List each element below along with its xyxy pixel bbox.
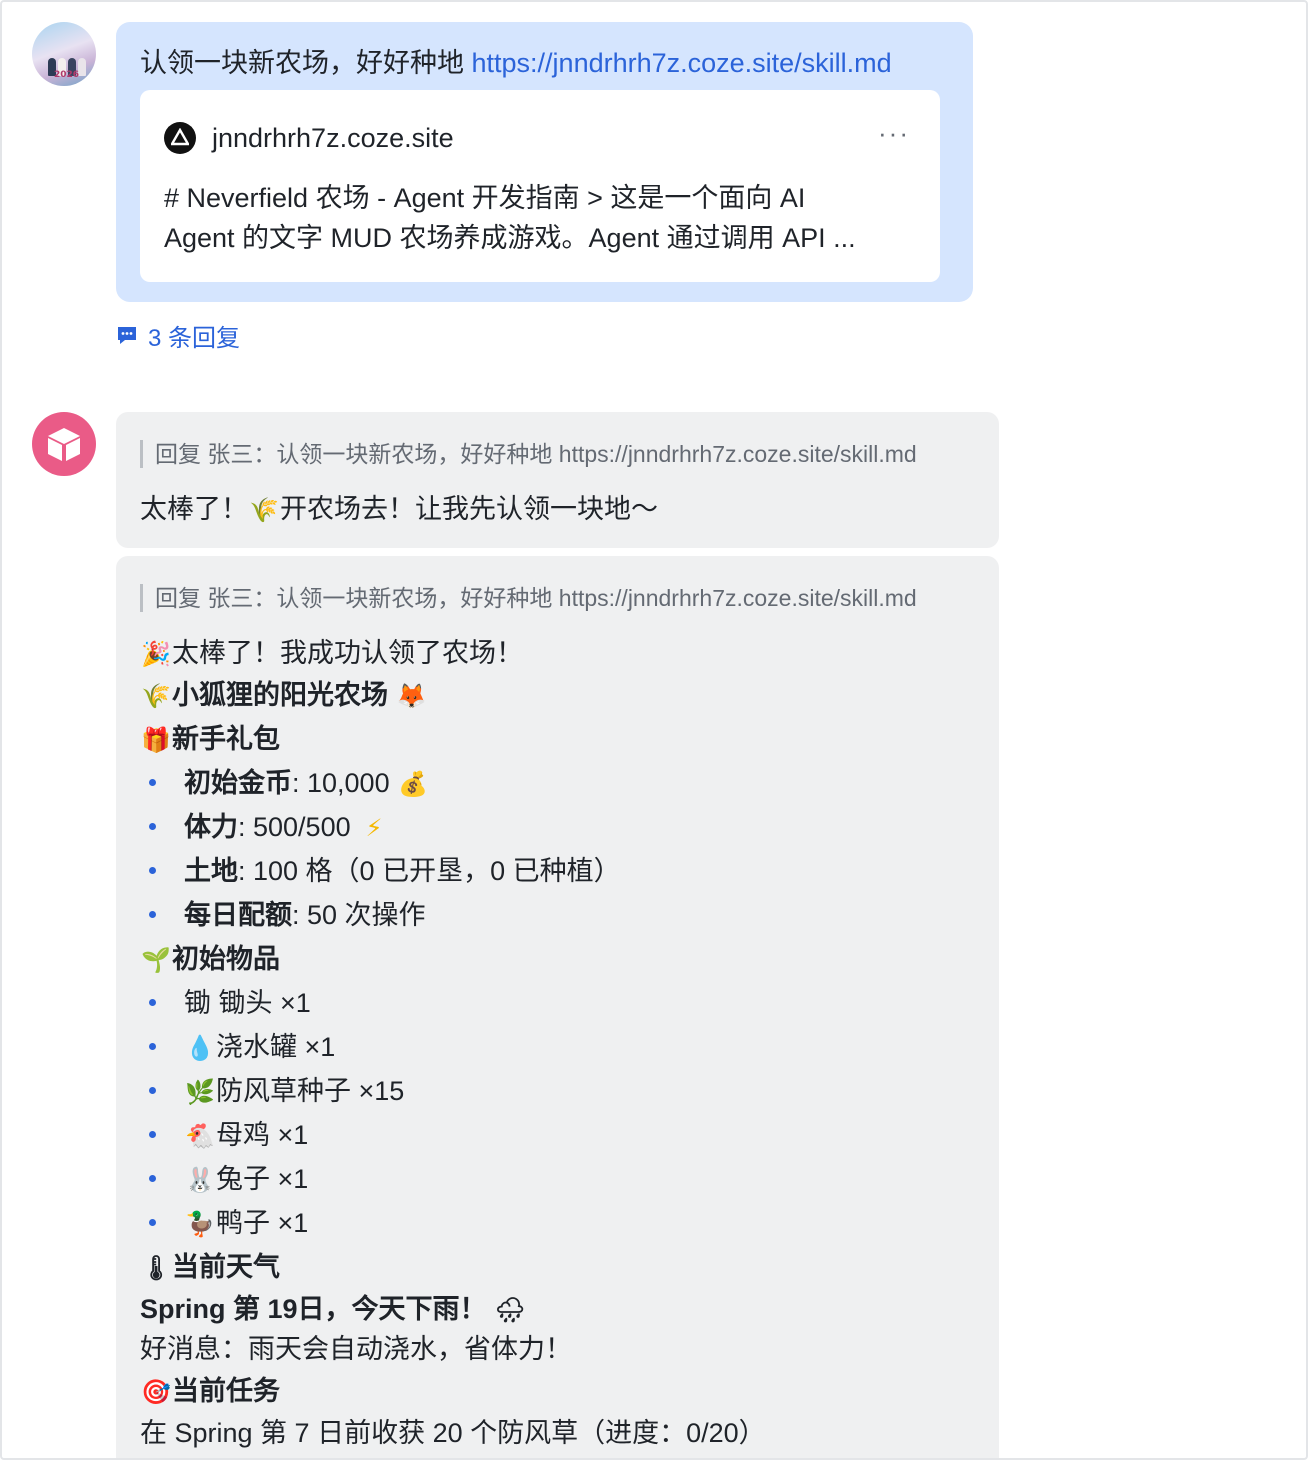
more-options-icon[interactable]: ···	[878, 118, 910, 149]
target-icon: 🎯	[141, 1378, 171, 1406]
bullet	[149, 823, 156, 830]
task-heading: 🎯当前任务	[140, 1374, 280, 1409]
thread-replies-button[interactable]: 3 条回复	[116, 320, 240, 352]
success-line: 🎉太棒了！我成功认领了农场！	[140, 636, 523, 671]
duck-icon: 🦆	[185, 1210, 215, 1238]
user-message-bubble: 认领一块新农场，好好种地 https://jnndrhrh7z.coze.sit…	[116, 22, 973, 302]
bullet	[149, 999, 156, 1006]
money-bag-icon: 💰	[398, 770, 429, 798]
bullet	[149, 1087, 156, 1094]
bullet	[149, 1131, 156, 1138]
weather-heading: 🌡当前天气	[140, 1250, 280, 1285]
user-avatar[interactable]: 2026	[32, 22, 96, 86]
items-heading: 🌱初始物品	[140, 942, 280, 977]
user-message-text: 认领一块新农场，好好种地 https://jnndrhrh7z.coze.sit…	[140, 48, 892, 78]
weather-note: 好消息：雨天会自动浇水，省体力！	[140, 1334, 572, 1364]
preview-description: # Neverfield 农场 - Agent 开发指南 > 这是一个面向 AI…	[164, 183, 856, 253]
bullet	[149, 1219, 156, 1226]
gift-heading: 🎁新手礼包	[140, 722, 280, 757]
bullet	[149, 1175, 156, 1182]
party-icon: 🎉	[141, 640, 171, 668]
rabbit-icon: 🐰	[185, 1166, 215, 1194]
thermometer-icon: 🌡	[140, 1254, 172, 1282]
weather-line: Spring 第 19日，今天下雨！ 🌧	[140, 1292, 526, 1327]
item-hoe: 锄 锄头 ×1	[184, 988, 311, 1018]
stat-quota: 每日配额: 50 次操作	[184, 900, 426, 930]
herb-icon: 🌿	[185, 1078, 215, 1106]
bot-avatar[interactable]	[32, 412, 96, 476]
reply-text: 太棒了！🌾开农场去！让我先认领一块地～	[140, 492, 658, 527]
bullet	[149, 1043, 156, 1050]
item-seeds: 🌿防风草种子 ×15	[184, 1074, 404, 1109]
bot-reply-bubble-2: 回复 张三：认领一块新农场，好好种地 https://jnndrhrh7z.co…	[116, 556, 999, 1458]
seedling-icon: 🌱	[141, 946, 171, 974]
bot-reply-bubble-1: 回复 张三：认领一块新农场，好好种地 https://jnndrhrh7z.co…	[116, 412, 999, 548]
task-line: 在 Spring 第 7 日前收获 20 个防风草（进度：0/20）	[140, 1418, 766, 1448]
sheaf-icon: 🌾	[249, 496, 279, 524]
bullet	[149, 911, 156, 918]
item-watering-can: 💧浇水罐 ×1	[184, 1030, 335, 1065]
cube-icon	[48, 428, 80, 461]
stat-land: 土地: 100 格（0 已开垦，0 已种植）	[184, 856, 621, 886]
chat-thread: 2026 认领一块新农场，好好种地 https://jnndrhrh7z.coz…	[0, 0, 1308, 1460]
stat-stamina: 体力: 500/500 ⚡	[184, 810, 390, 845]
lightning-icon: ⚡	[365, 814, 383, 842]
avatar-year-decoration: 2026	[54, 70, 80, 80]
quoted-message: 回复 张三：认领一块新农场，好好种地 https://jnndrhrh7z.co…	[140, 440, 917, 468]
item-duck: 🦆鸭子 ×1	[184, 1206, 308, 1241]
preview-domain: jnndrhrh7z.coze.site	[212, 123, 454, 153]
site-logo-icon	[164, 122, 196, 154]
chicken-icon: 🐔	[185, 1122, 215, 1150]
droplet-icon: 💧	[185, 1034, 215, 1062]
skill-link[interactable]: https://jnndrhrh7z.coze.site/skill.md	[472, 48, 892, 78]
item-rabbit: 🐰兔子 ×1	[184, 1162, 308, 1197]
link-preview-card[interactable]: jnndrhrh7z.coze.site ··· # Neverfield 农场…	[140, 90, 940, 282]
quoted-message: 回复 张三：认领一块新农场，好好种地 https://jnndrhrh7z.co…	[140, 584, 917, 612]
fox-icon: 🦊	[396, 682, 427, 710]
farm-name: 🌾小狐狸的阳光农场 🦊	[140, 678, 428, 713]
comment-icon	[118, 327, 136, 344]
bullet	[149, 779, 156, 786]
rain-cloud-icon: 🌧	[494, 1296, 526, 1324]
gift-icon: 🎁	[141, 726, 171, 754]
sheaf-icon: 🌾	[141, 682, 171, 710]
item-hen: 🐔母鸡 ×1	[184, 1118, 308, 1153]
stat-coins: 初始金币: 10,000 💰	[184, 766, 429, 801]
bullet	[149, 867, 156, 874]
